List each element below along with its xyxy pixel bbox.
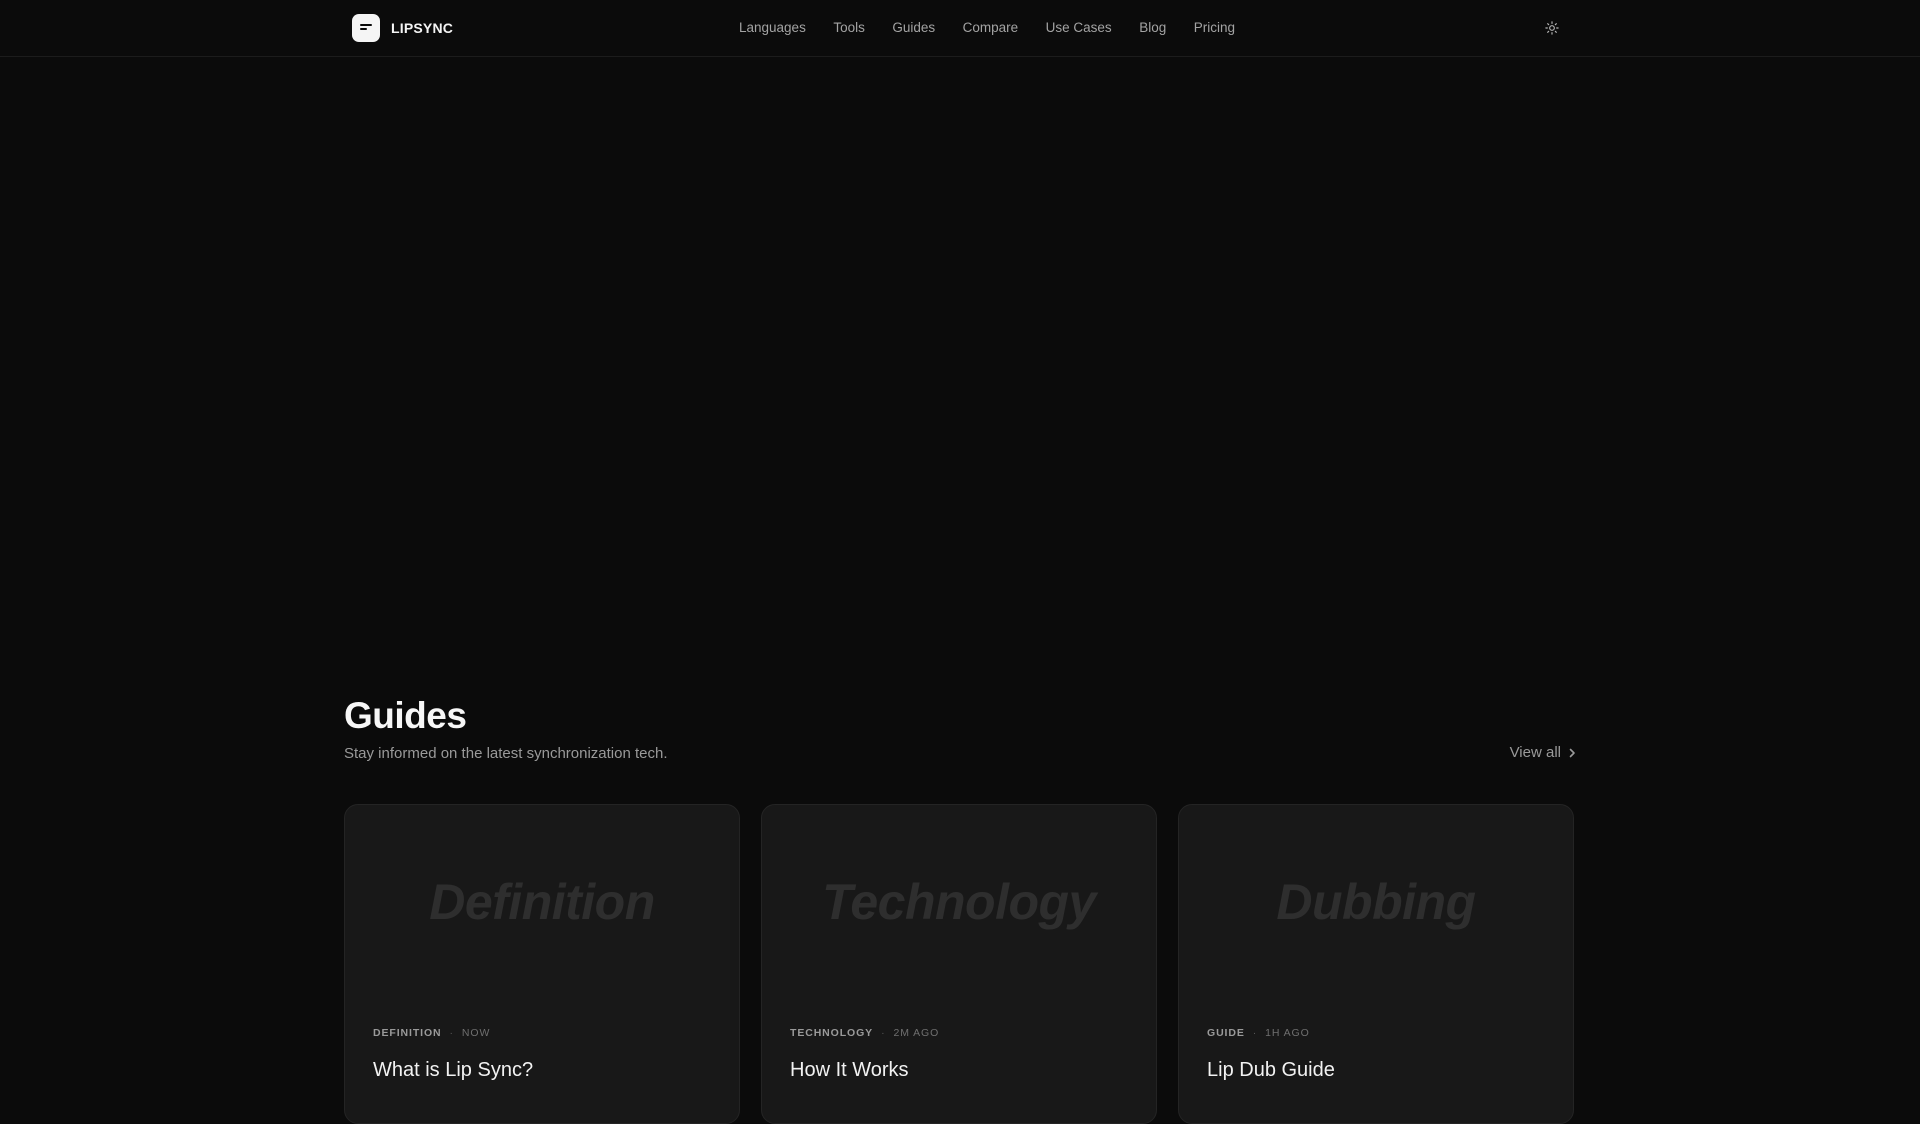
guides-section-title: Guides (344, 695, 467, 736)
card-timestamp: 2M AGO (893, 1027, 940, 1039)
card-title: Lip Dub Guide (1207, 1059, 1335, 1081)
card-category: GUIDE (1207, 1027, 1245, 1039)
guide-card-technology[interactable]: Technology TECHNOLOGY · 2M AGO How It Wo… (761, 804, 1157, 1124)
card-category: TECHNOLOGY (790, 1027, 874, 1039)
guide-card-dubbing[interactable]: Dubbing GUIDE · 1H AGO Lip Dub Guide (1178, 804, 1574, 1124)
card-meta: DEFINITION · NOW (373, 1027, 490, 1039)
view-all-label: View all (1509, 744, 1561, 761)
nav-item-pricing[interactable]: Pricing (1194, 18, 1235, 38)
card-cover-text: Technology (822, 874, 1096, 930)
theme-toggle-button[interactable] (1542, 18, 1562, 38)
card-title: How It Works (790, 1059, 909, 1081)
view-all-link[interactable]: View all (1510, 744, 1576, 761)
card-timestamp: NOW (461, 1027, 491, 1039)
guides-section-header: Guides Stay informed on the latest synch… (344, 694, 1576, 764)
meta-separator-dot: · (449, 1027, 454, 1039)
chevron-right-icon (1569, 748, 1575, 757)
hero-section (0, 58, 1920, 658)
guides-section-subtitle: Stay informed on the latest synchronizat… (344, 745, 668, 762)
card-cover-text: Definition (429, 874, 655, 930)
top-navigation-bar: LIPSYNC Languages Tools Guides Compare U… (0, 0, 1920, 57)
sun-icon (1545, 21, 1559, 35)
nav-item-languages[interactable]: Languages (739, 18, 806, 38)
guide-card-definition[interactable]: Definition DEFINITION · NOW What is Lip … (344, 804, 740, 1124)
guides-card-list: Definition DEFINITION · NOW What is Lip … (344, 804, 1576, 1124)
card-category: DEFINITION (373, 1027, 442, 1039)
nav-item-blog[interactable]: Blog (1139, 18, 1166, 38)
nav-item-tools[interactable]: Tools (833, 18, 865, 38)
nav-item-compare[interactable]: Compare (963, 18, 1019, 38)
card-cover-text: Dubbing (1276, 874, 1476, 930)
brand-name: LIPSYNC (391, 20, 454, 36)
meta-separator-dot: · (881, 1027, 886, 1039)
nav-item-guides[interactable]: Guides (892, 18, 935, 38)
card-title: What is Lip Sync? (373, 1059, 534, 1081)
brand-logo-icon (352, 14, 380, 42)
meta-separator-dot: · (1252, 1027, 1258, 1039)
card-meta: TECHNOLOGY · 2M AGO (790, 1027, 939, 1039)
card-timestamp: 1H AGO (1265, 1027, 1310, 1039)
card-meta: GUIDE · 1H AGO (1207, 1027, 1310, 1039)
main-nav: Languages Tools Guides Compare Use Cases… (739, 18, 1262, 38)
brand-home-link[interactable]: LIPSYNC (352, 14, 453, 42)
nav-item-use-cases[interactable]: Use Cases (1046, 18, 1112, 38)
